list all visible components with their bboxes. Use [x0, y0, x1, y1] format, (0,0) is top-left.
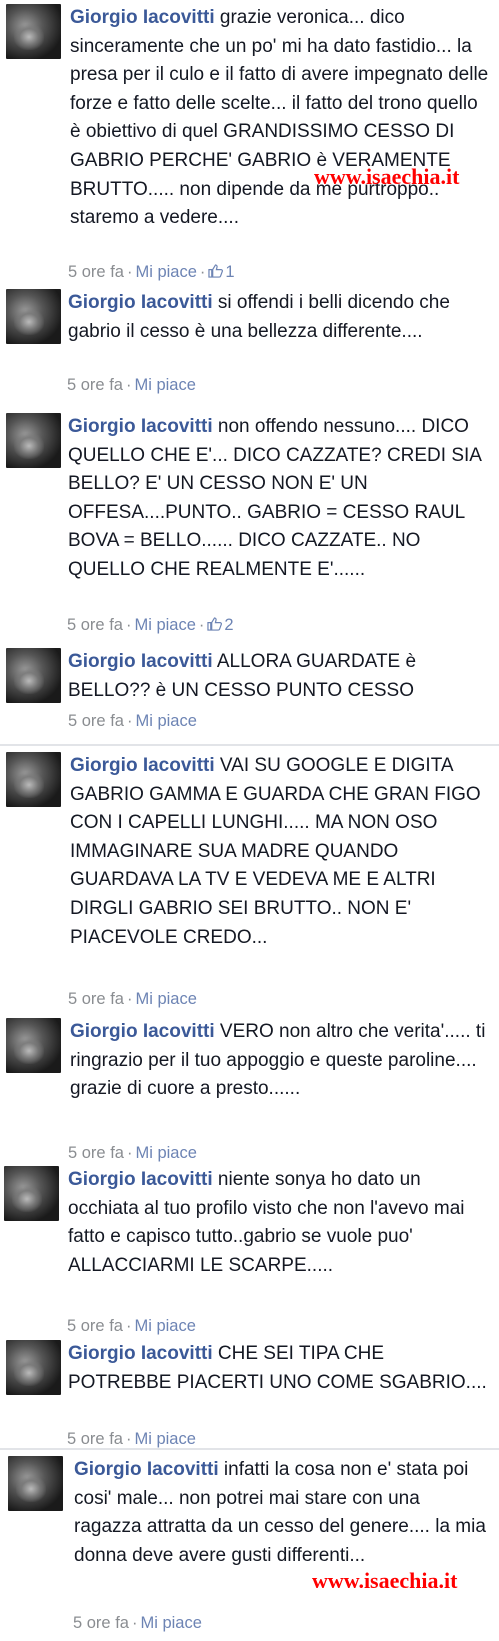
comment-9: Giorgio Iacovitti infatti la cosa non e'…: [0, 1452, 499, 1641]
like-button[interactable]: Mi piace: [134, 1317, 195, 1335]
comment-body: Giorgio Iacovitti grazie veronica... dic…: [70, 4, 491, 233]
timestamp: 5 ore fa: [67, 1317, 123, 1335]
like-count[interactable]: 2: [207, 616, 234, 634]
comment-meta: 5 ore fa · Mi piace: [68, 712, 197, 731]
comment-2: Giorgio Iacovitti si offendi i belli dic…: [0, 285, 499, 409]
divider: [0, 1448, 499, 1450]
timestamp: 5 ore fa: [68, 990, 124, 1008]
timestamp: 5 ore fa: [73, 1614, 129, 1632]
watermark: www.isaechia.it: [314, 164, 460, 189]
like-button[interactable]: Mi piace: [140, 1614, 201, 1632]
like-button[interactable]: Mi piace: [135, 1144, 196, 1162]
comment-3: Giorgio Iacovitti non offendo nessuno...…: [0, 409, 499, 644]
comment-body: Giorgio Iacovitti VERO non altro che ver…: [70, 1018, 491, 1104]
author-name[interactable]: Giorgio Iacovitti: [74, 1459, 219, 1480]
author-name[interactable]: Giorgio Iacovitti: [68, 651, 213, 672]
meta-separator: ·: [126, 263, 133, 281]
meta-separator: ·: [131, 1614, 138, 1632]
comment-1: Giorgio Iacovitti grazie veronica... dic…: [0, 0, 499, 287]
comment-body: Giorgio Iacovitti infatti la cosa non e'…: [74, 1456, 491, 1570]
meta-separator: ·: [125, 376, 132, 394]
author-name[interactable]: Giorgio Iacovitti: [68, 1169, 213, 1190]
comment-meta: 5 ore fa · Mi piace: [73, 1614, 202, 1633]
comment-text: VAI SU GOOGLE E DIGITA GABRIO GAMMA E GU…: [70, 755, 481, 948]
like-button[interactable]: Mi piace: [135, 990, 196, 1008]
author-name[interactable]: Giorgio Iacovitti: [68, 416, 213, 437]
meta-separator: ·: [126, 990, 133, 1008]
timestamp: 5 ore fa: [67, 616, 123, 634]
watermark: www.isaechia.it: [312, 1568, 458, 1593]
comment-4: Giorgio Iacovitti ALLORA GUARDATE è BELL…: [0, 644, 499, 744]
thumbs-up-icon: [207, 617, 223, 631]
comment-6: Giorgio Iacovitti VERO non altro che ver…: [0, 1014, 499, 1162]
comment-7: Giorgio Iacovitti niente sonya ho dato u…: [0, 1162, 499, 1336]
author-name[interactable]: Giorgio Iacovitti: [70, 755, 215, 776]
comment-meta: 5 ore fa · Mi piace · 1: [68, 263, 235, 282]
timestamp: 5 ore fa: [68, 712, 124, 730]
meta-separator: ·: [199, 263, 206, 281]
avatar[interactable]: [4, 1166, 59, 1221]
divider: [0, 744, 499, 746]
like-count[interactable]: 1: [208, 263, 235, 281]
meta-separator: ·: [125, 1430, 132, 1448]
comment-text: non offendo nessuno.... DICO QUELLO CHE …: [68, 416, 481, 580]
like-count-value: 1: [225, 263, 235, 281]
avatar[interactable]: [8, 1456, 63, 1511]
avatar[interactable]: [6, 289, 61, 344]
like-count-value: 2: [224, 616, 234, 634]
comment-meta: 5 ore fa · Mi piace · 2: [67, 616, 234, 635]
comment-body: Giorgio Iacovitti niente sonya ho dato u…: [68, 1166, 491, 1280]
timestamp: 5 ore fa: [68, 263, 124, 281]
avatar[interactable]: [6, 413, 61, 468]
meta-separator: ·: [125, 616, 132, 634]
avatar[interactable]: [6, 4, 61, 59]
like-button[interactable]: Mi piace: [134, 1430, 195, 1448]
like-button[interactable]: Mi piace: [134, 616, 195, 634]
avatar[interactable]: [6, 648, 61, 703]
timestamp: 5 ore fa: [68, 1144, 124, 1162]
comment-meta: 5 ore fa · Mi piace: [68, 1144, 197, 1162]
meta-separator: ·: [126, 1144, 133, 1162]
comment-meta: 5 ore fa · Mi piace: [67, 376, 196, 395]
avatar[interactable]: [6, 1340, 61, 1395]
comment-body: Giorgio Iacovitti VAI SU GOOGLE E DIGITA…: [70, 752, 491, 952]
comment-body: Giorgio Iacovitti si offendi i belli dic…: [68, 289, 491, 346]
timestamp: 5 ore fa: [67, 376, 123, 394]
author-name[interactable]: Giorgio Iacovitti: [68, 1343, 213, 1364]
comment-text: grazie veronica... dico sinceramente che…: [70, 7, 489, 229]
thumbs-up-icon: [208, 264, 224, 278]
like-button[interactable]: Mi piace: [135, 712, 196, 730]
timestamp: 5 ore fa: [67, 1430, 123, 1448]
comment-meta: 5 ore fa · Mi piace: [68, 990, 197, 1009]
comment-body: Giorgio Iacovitti non offendo nessuno...…: [68, 413, 491, 585]
author-name[interactable]: Giorgio Iacovitti: [68, 292, 213, 313]
comment-meta: 5 ore fa · Mi piace: [67, 1317, 196, 1336]
meta-separator: ·: [198, 616, 205, 634]
comment-body: Giorgio Iacovitti CHE SEI TIPA CHE POTRE…: [68, 1340, 491, 1397]
meta-separator: ·: [125, 1317, 132, 1335]
avatar[interactable]: [6, 752, 61, 807]
author-name[interactable]: Giorgio Iacovitti: [70, 1021, 215, 1042]
avatar[interactable]: [6, 1018, 61, 1073]
meta-separator: ·: [126, 712, 133, 730]
comment-meta: 5 ore fa · Mi piace: [67, 1430, 196, 1448]
comment-5: Giorgio Iacovitti VAI SU GOOGLE E DIGITA…: [0, 748, 499, 1014]
like-button[interactable]: Mi piace: [135, 263, 196, 281]
like-button[interactable]: Mi piace: [134, 376, 195, 394]
comment-8: Giorgio Iacovitti CHE SEI TIPA CHE POTRE…: [0, 1336, 499, 1448]
author-name[interactable]: Giorgio Iacovitti: [70, 7, 215, 28]
comment-body: Giorgio Iacovitti ALLORA GUARDATE è BELL…: [68, 648, 491, 705]
